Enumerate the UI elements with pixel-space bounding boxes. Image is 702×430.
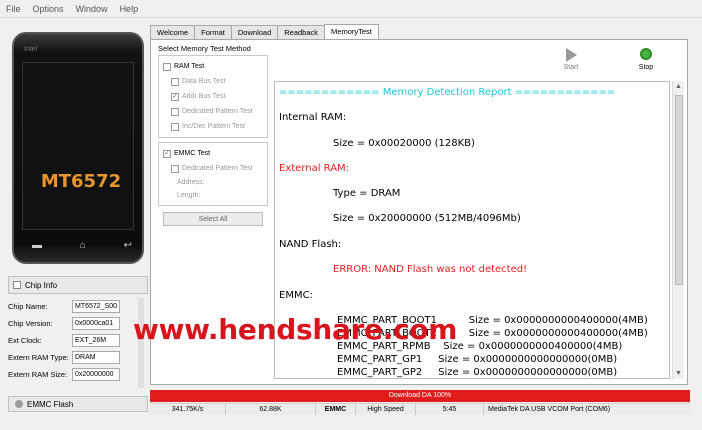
tab-download[interactable]: Download <box>230 25 279 39</box>
data-bus-test-label: Data Bus Test <box>182 78 226 85</box>
stop-icon <box>640 48 652 60</box>
inc-dec-pattern-test-label: Inc/Dec Pattern Test <box>182 123 245 130</box>
gear-icon <box>15 400 23 408</box>
checkbox-icon <box>171 77 179 86</box>
tab-welcome[interactable]: Welcome <box>150 25 196 39</box>
checkbox-checked-icon: ✓ <box>171 92 179 101</box>
checkbox-icon <box>171 122 179 131</box>
addr-bus-test-label: Addr Bus Test <box>182 93 226 100</box>
phone-brand: Intel <box>24 46 38 53</box>
stop-label: Stop <box>638 64 654 71</box>
emmc-test-checkbox[interactable]: ✓ EMMC Test <box>163 146 263 161</box>
report-scrollbar[interactable]: ▲ ▼ <box>672 81 684 379</box>
chip-info-header[interactable]: Chip Info <box>8 276 148 294</box>
chip-row-value: 0x20000000 <box>72 368 120 381</box>
emmc-test-group: ✓ EMMC Test Dedicated Pattern Test Addre… <box>158 142 268 206</box>
report-header: ============ Memory Detection Report ===… <box>279 87 616 98</box>
ram-test-label: RAM Test <box>174 63 205 70</box>
start-button[interactable]: Start <box>556 48 586 71</box>
checkbox-checked-icon: ✓ <box>163 149 171 158</box>
phone-buttons: ▬ ⌂ ↩ <box>32 240 132 251</box>
chip-row: Extern RAM Size: 0x20000000 <box>8 366 142 383</box>
dedicated-pattern-test-label: Dedicated Pattern Test <box>182 108 253 115</box>
scroll-thumb[interactable] <box>675 95 683 285</box>
external-ram-type: Type = DRAM <box>333 188 401 199</box>
phone-screen: MT6572 <box>22 62 134 230</box>
chip-row-label: Ext Clock: <box>8 336 42 345</box>
status-bar: 341.75K/s 62.88K EMMC High Speed 5:45 Me… <box>150 403 690 415</box>
emmc-partition-line: EMMC_PART_GP1 Size = 0x0000000000000000(… <box>337 354 618 365</box>
progress-bar: Download DA 100% <box>150 390 690 402</box>
chip-model-label: MT6572 <box>40 171 122 192</box>
menu-window[interactable]: Window <box>76 4 108 14</box>
chip-row-label: Extern RAM Size: <box>8 370 68 379</box>
status-time: 5:45 <box>416 404 484 415</box>
chip-row-value: EXT_26M <box>72 334 120 347</box>
menu-options[interactable]: Options <box>33 4 64 14</box>
checkbox-icon <box>163 62 171 71</box>
internal-ram-heading: Internal RAM: <box>279 112 347 123</box>
home-key-icon: ⌂ <box>79 240 86 251</box>
ram-test-group: RAM Test Data Bus Test ✓ Addr Bus Test D… <box>158 55 268 138</box>
emmc-test-label: EMMC Test <box>174 150 211 157</box>
chip-row-label: Chip Version: <box>8 319 53 328</box>
length-label: Length: <box>177 192 201 199</box>
status-speed: 341.75K/s <box>150 404 226 415</box>
chip-icon <box>13 281 21 289</box>
ram-test-checkbox[interactable]: RAM Test <box>163 59 263 74</box>
data-bus-test-checkbox[interactable]: Data Bus Test <box>163 74 263 89</box>
chip-row: Chip Version: 0x0000ca01 <box>8 315 142 332</box>
nand-flash-error: ERROR: NAND Flash was not detected! <box>333 264 528 275</box>
tab-bar: Welcome Format Download Readback MemoryT… <box>150 24 379 39</box>
menu-help[interactable]: Help <box>120 4 139 14</box>
menu-key-icon: ▬ <box>32 240 42 251</box>
external-ram-size: Size = 0x20000000 (512MB/4096Mb) <box>333 213 521 224</box>
dedicated-pattern-test-checkbox[interactable]: Dedicated Pattern Test <box>163 104 263 119</box>
start-label: Start <box>563 64 579 71</box>
chip-row: Ext Clock: EXT_26M <box>8 332 142 349</box>
checkbox-icon <box>171 164 179 173</box>
chip-row: Chip Name: MT6572_S00 <box>8 298 142 315</box>
stop-button[interactable]: Stop <box>631 48 661 71</box>
nand-flash-heading: NAND Flash: <box>279 239 342 250</box>
status-usb-speed: High Speed <box>356 404 416 415</box>
status-storage: EMMC <box>316 404 356 415</box>
select-all-button[interactable]: Select All <box>163 212 263 226</box>
back-key-icon: ↩ <box>123 240 132 251</box>
status-size: 62.88K <box>226 404 316 415</box>
chip-row-label: Chip Name: <box>8 302 48 311</box>
scroll-up-icon[interactable]: ▲ <box>675 83 682 90</box>
memory-test-method-title: Select Memory Test Method <box>158 44 251 53</box>
inc-dec-pattern-test-checkbox[interactable]: Inc/Dec Pattern Test <box>163 119 263 134</box>
chip-row-label: Extern RAM Type: <box>8 353 69 362</box>
phone-image: Intel MT6572 ▬ ⌂ ↩ <box>12 32 144 264</box>
menu-file[interactable]: File <box>6 4 21 14</box>
emmc-flash-title: EMMC Flash <box>27 399 74 409</box>
checkbox-icon <box>171 107 179 116</box>
emmc-dedicated-pattern-label: Dedicated Pattern Test <box>182 165 253 172</box>
addr-bus-test-checkbox[interactable]: ✓ Addr Bus Test <box>163 89 263 104</box>
emmc-heading: EMMC: <box>279 290 313 301</box>
tab-format[interactable]: Format <box>194 25 232 39</box>
internal-ram-size: Size = 0x00020000 (128KB) <box>333 138 475 149</box>
menu-bar: File Options Window Help <box>0 0 702 18</box>
address-label: Address: <box>177 179 205 186</box>
chip-row: Extern RAM Type: DRAM <box>8 349 142 366</box>
chip-info-rows: Chip Name: MT6572_S00 Chip Version: 0x00… <box>8 298 142 383</box>
tab-memorytest[interactable]: MemoryTest <box>324 24 379 39</box>
chip-row-value: MT6572_S00 <box>72 300 120 313</box>
tab-readback[interactable]: Readback <box>277 25 326 39</box>
emmc-dedicated-pattern-checkbox[interactable]: Dedicated Pattern Test <box>163 161 263 176</box>
play-icon <box>565 48 577 62</box>
status-port: MediaTek DA USB VCOM Port (COM6) <box>488 406 611 413</box>
chip-row-value: 0x0000ca01 <box>72 317 120 330</box>
emmc-flash-header[interactable]: EMMC Flash <box>8 396 148 412</box>
emmc-partition-line: EMMC_PART_GP2 Size = 0x0000000000000000(… <box>337 367 618 378</box>
scroll-down-icon[interactable]: ▼ <box>675 370 682 377</box>
external-ram-heading: External RAM: <box>279 163 350 174</box>
chip-info-title: Chip Info <box>25 280 58 290</box>
watermark-text: www.hendshare.com <box>133 313 458 346</box>
chip-row-value: DRAM <box>72 351 120 364</box>
